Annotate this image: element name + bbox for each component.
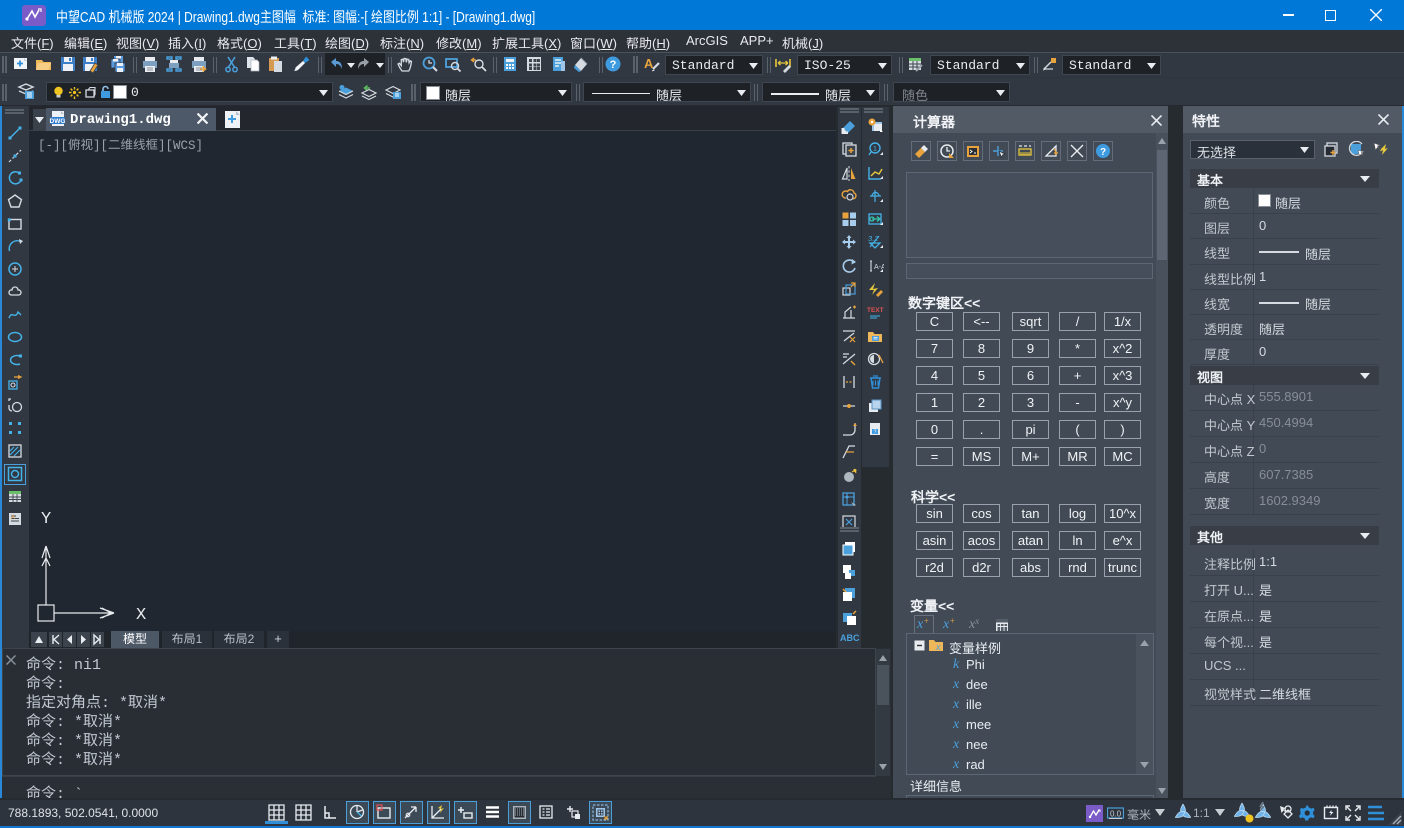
svg-text:?: ? — [1100, 147, 1106, 158]
svg-text:TEXT: TEXT — [867, 307, 884, 314]
svg-text:DWG: DWG — [50, 118, 66, 125]
svg-text:?: ? — [874, 430, 877, 436]
svg-text:A: A — [11, 515, 15, 521]
svg-text:x: x — [935, 642, 941, 652]
svg-text:?: ? — [610, 59, 617, 71]
svg-text:0.0: 0.0 — [1110, 810, 1122, 819]
svg-text:A: A — [644, 56, 654, 71]
svg-text:1: 1 — [873, 146, 877, 153]
